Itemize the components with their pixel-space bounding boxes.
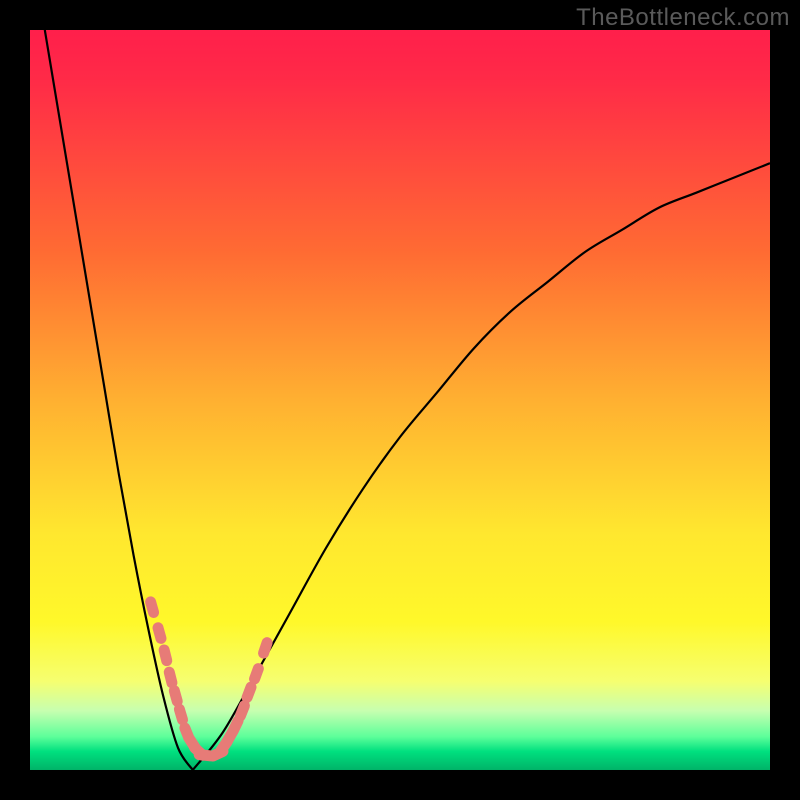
plot-background-gradient — [30, 30, 770, 770]
watermark-text: TheBottleneck.com — [576, 4, 790, 32]
plot-area — [30, 30, 770, 770]
chart-frame: TheBottleneck.com — [0, 0, 800, 800]
